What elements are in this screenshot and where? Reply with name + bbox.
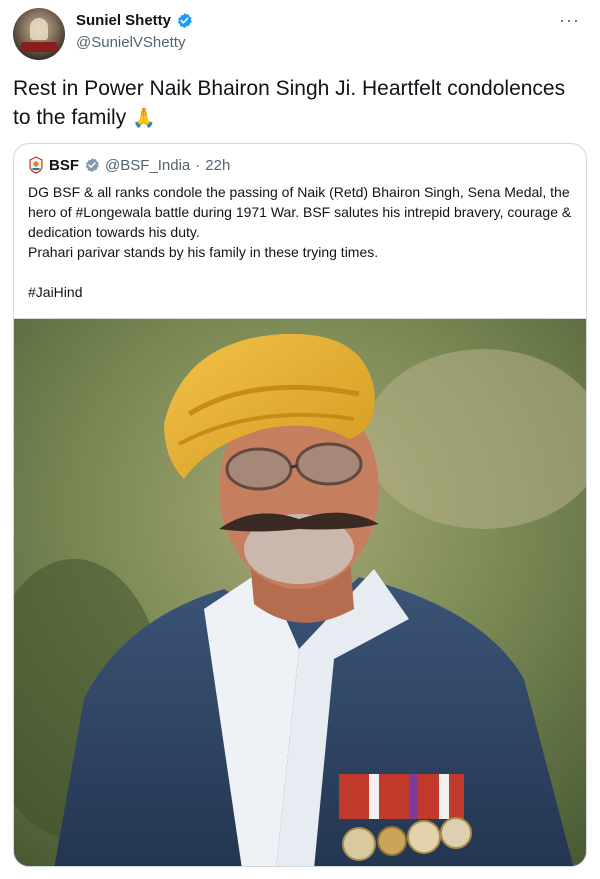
- quoted-tweet-header: BSF @BSF_India · 22h: [28, 156, 230, 174]
- avatar-figure: [30, 18, 48, 40]
- quoted-tweet-photo[interactable]: [14, 318, 586, 866]
- tweet-text-content: Rest in Power Naik Bhairon Singh Ji. Hea…: [13, 77, 566, 129]
- quoted-paragraph: Prahari parivar stands by his family in …: [28, 244, 379, 260]
- quoted-timestamp[interactable]: 22h: [205, 157, 230, 174]
- quoted-hashtag[interactable]: #JaiHind: [28, 282, 578, 302]
- folded-hands-emoji: 🙏: [132, 108, 156, 129]
- quoted-tweet[interactable]: BSF @BSF_India · 22h DG BSF & all ranks …: [13, 143, 587, 867]
- bsf-logo-icon: [29, 156, 43, 174]
- author-display-name[interactable]: Suniel Shetty: [76, 12, 171, 29]
- author-handle[interactable]: @SunielVShetty: [76, 34, 185, 51]
- quoted-display-name[interactable]: BSF: [49, 157, 79, 174]
- portrait-illustration: [14, 319, 586, 866]
- author-avatar[interactable]: [13, 8, 65, 60]
- quoted-tweet-text: DG BSF & all ranks condole the passing o…: [28, 182, 578, 302]
- quoted-separator: ·: [195, 156, 201, 174]
- more-options-icon[interactable]: ···: [559, 10, 580, 31]
- author-name-row: Suniel Shetty: [76, 12, 193, 29]
- quoted-verified-badge-icon: [85, 158, 99, 172]
- tweet: Suniel Shetty @SunielVShetty ··· Rest in…: [0, 0, 600, 879]
- quoted-paragraph: DG BSF & all ranks condole the passing o…: [28, 184, 572, 240]
- quoted-handle[interactable]: @BSF_India: [105, 157, 190, 174]
- tweet-text: Rest in Power Naik Bhairon Singh Ji. Hea…: [13, 74, 583, 133]
- avatar-badge: [21, 42, 57, 52]
- verified-badge-icon: [177, 13, 192, 28]
